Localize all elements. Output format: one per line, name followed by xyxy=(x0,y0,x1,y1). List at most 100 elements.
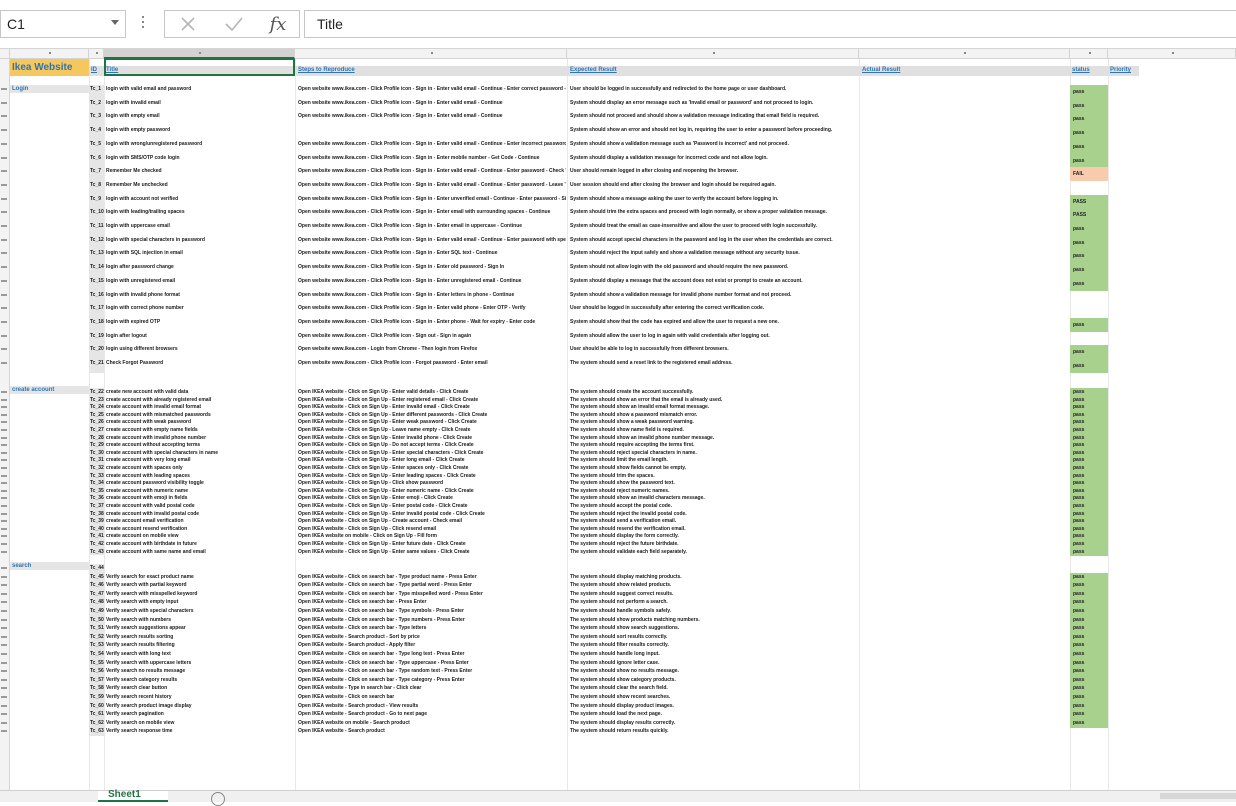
test-case-title[interactable]: login after password change xyxy=(106,264,294,270)
test-case-status[interactable]: pass xyxy=(1070,418,1108,426)
test-case-status[interactable]: pass xyxy=(1070,388,1108,396)
test-case-id[interactable]: Tc_1 xyxy=(90,86,104,92)
test-case-steps[interactable]: Open IKEA website - Click on Sign Up - E… xyxy=(298,503,566,509)
test-case-expected[interactable]: The system should ignore letter case. xyxy=(570,660,862,666)
test-case-id[interactable]: Tc_10 xyxy=(90,209,104,215)
row-header[interactable] xyxy=(1,467,7,469)
test-case-status[interactable]: pass xyxy=(1070,650,1108,659)
column-header-expected[interactable] xyxy=(567,49,859,59)
test-case-id[interactable]: Tc_49 xyxy=(90,608,104,614)
test-case-title[interactable]: Verify search pagination xyxy=(106,711,294,717)
test-case-title[interactable]: create account with same name and email xyxy=(106,549,294,555)
test-case-id[interactable]: Tc_25 xyxy=(90,412,104,418)
test-case-title[interactable]: Verify search results filtering xyxy=(106,642,294,648)
test-case-status[interactable]: pass xyxy=(1070,222,1108,236)
row-header[interactable] xyxy=(1,115,7,117)
test-case-id[interactable]: Tc_33 xyxy=(90,473,104,479)
test-case-status[interactable]: pass xyxy=(1070,456,1108,464)
x-icon[interactable] xyxy=(173,13,203,35)
test-case-status[interactable]: pass xyxy=(1070,502,1108,510)
test-case-title[interactable]: login with correct phone number xyxy=(106,305,294,311)
row-header[interactable] xyxy=(1,593,7,595)
row-header[interactable] xyxy=(1,610,7,612)
test-case-id[interactable]: Tc_26 xyxy=(90,419,104,425)
test-case-steps[interactable]: Open website www.ikea.com - Click Profil… xyxy=(298,278,566,284)
test-case-id[interactable]: Tc_18 xyxy=(90,319,104,325)
test-case-expected[interactable]: System should trim the extra spaces and … xyxy=(570,209,862,215)
test-case-status[interactable] xyxy=(1070,304,1108,318)
test-case-steps[interactable]: Open IKEA website - Click on search bar … xyxy=(298,599,566,605)
test-case-title[interactable]: login with leading/trailing spaces xyxy=(106,209,294,215)
test-case-title[interactable]: Verify search for exact product name xyxy=(106,574,294,580)
test-case-expected[interactable]: The system should show an invalid email … xyxy=(570,404,862,410)
test-case-id[interactable]: Tc_42 xyxy=(90,541,104,547)
test-case-steps[interactable]: Open IKEA website - Click on search bar … xyxy=(298,608,566,614)
test-case-title[interactable]: Verify search suggestions appear xyxy=(106,625,294,631)
row-header[interactable] xyxy=(1,429,7,431)
test-case-expected[interactable]: The system should display results correc… xyxy=(570,720,862,726)
test-case-expected[interactable]: The system should show an invalid phone … xyxy=(570,435,862,441)
test-case-id[interactable]: Tc_50 xyxy=(90,617,104,623)
test-case-title[interactable]: create account with empty name fields xyxy=(106,427,294,433)
test-case-expected[interactable]: System should allow the user to log in a… xyxy=(570,333,862,339)
test-case-steps[interactable]: Open IKEA website - Click on Sign Up - D… xyxy=(298,442,566,448)
test-case-status[interactable]: pass xyxy=(1070,112,1108,126)
plus-circle-icon[interactable] xyxy=(211,792,225,806)
test-case-status[interactable]: pass xyxy=(1070,154,1108,168)
row-header[interactable] xyxy=(1,88,7,90)
test-case-title[interactable]: Verify search with partial keyword xyxy=(106,582,294,588)
test-case-title[interactable]: create account with already registered e… xyxy=(106,397,294,403)
test-case-status[interactable]: pass xyxy=(1070,479,1108,487)
row-header[interactable] xyxy=(1,362,7,364)
test-case-title[interactable]: Verify search recent history xyxy=(106,694,294,700)
test-case-id[interactable]: Tc_23 xyxy=(90,397,104,403)
test-case-title[interactable]: login after logout xyxy=(106,333,294,339)
more-options-icon[interactable] xyxy=(141,14,145,34)
test-case-expected[interactable]: The system should handle symbols safely. xyxy=(570,608,862,614)
test-case-status[interactable]: pass xyxy=(1070,359,1108,373)
test-case-expected[interactable]: User should be able to log in successful… xyxy=(570,346,862,352)
test-case-title[interactable]: Remember Me unchecked xyxy=(106,182,294,188)
test-case-status[interactable]: pass xyxy=(1070,684,1108,693)
spreadsheet-grid[interactable]: Ikea Website ID Title Steps to Reproduce… xyxy=(0,59,1236,790)
row-header[interactable] xyxy=(1,321,7,323)
row-header[interactable] xyxy=(1,102,7,104)
chevron-down-icon[interactable] xyxy=(111,20,119,25)
test-case-id[interactable]: Tc_48 xyxy=(90,599,104,605)
test-case-id[interactable]: Tc_37 xyxy=(90,503,104,509)
test-case-expected[interactable]: The system should show related products. xyxy=(570,582,862,588)
test-case-expected[interactable]: The system should show an error that the… xyxy=(570,397,862,403)
test-case-id[interactable]: Tc_24 xyxy=(90,404,104,410)
row-header[interactable] xyxy=(1,670,7,672)
test-case-steps[interactable]: Open website www.ikea.com - Click Profil… xyxy=(298,196,566,202)
test-case-expected[interactable]: The system should reject numeric names. xyxy=(570,488,862,494)
test-case-id[interactable]: Tc_62 xyxy=(90,720,104,726)
test-case-expected[interactable]: System should not allow login with the o… xyxy=(570,264,862,270)
test-case-expected[interactable]: The system should create the account suc… xyxy=(570,389,862,395)
test-case-steps[interactable]: Open IKEA website - Click on Sign Up - E… xyxy=(298,541,566,547)
test-case-title[interactable]: login with account not verified xyxy=(106,196,294,202)
test-case-id[interactable]: Tc_15 xyxy=(90,278,104,284)
row-header[interactable] xyxy=(1,444,7,446)
test-case-title[interactable]: create account with very long email xyxy=(106,457,294,463)
test-case-status[interactable]: pass xyxy=(1070,318,1108,332)
row-header[interactable] xyxy=(1,696,7,698)
test-case-id[interactable]: Tc_20 xyxy=(90,346,104,352)
test-case-steps[interactable]: Open IKEA website - Search product - App… xyxy=(298,642,566,648)
test-case-title[interactable]: Verify search with numbers xyxy=(106,617,294,623)
test-case-expected[interactable]: The system should resend the verificatio… xyxy=(570,526,862,532)
test-case-title[interactable]: create account resend verification xyxy=(106,526,294,532)
test-case-status[interactable] xyxy=(1070,564,1108,573)
test-case-id[interactable]: Tc_60 xyxy=(90,703,104,709)
test-case-status[interactable]: pass xyxy=(1070,494,1108,502)
column-header-steps[interactable] xyxy=(295,49,567,59)
test-case-expected[interactable]: System should not proceed and should sho… xyxy=(570,113,862,119)
test-case-steps[interactable]: Open IKEA website - Click on Sign Up - C… xyxy=(298,526,566,532)
row-header[interactable] xyxy=(1,687,7,689)
test-case-title[interactable]: login with invalid phone format xyxy=(106,292,294,298)
row-header[interactable] xyxy=(1,421,7,423)
test-case-id[interactable]: Tc_6 xyxy=(90,155,104,161)
test-case-id[interactable]: Tc_52 xyxy=(90,634,104,640)
test-case-expected[interactable]: The system should trim the spaces. xyxy=(570,473,862,479)
test-case-title[interactable]: login with SQL injection in email xyxy=(106,250,294,256)
